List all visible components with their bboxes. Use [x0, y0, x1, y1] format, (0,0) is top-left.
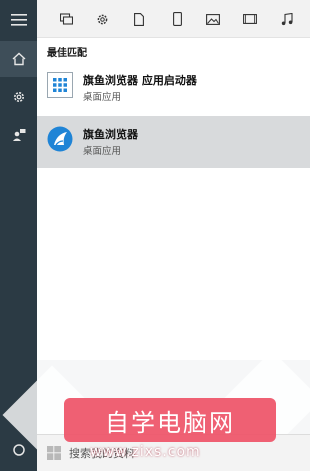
windows-icon: [47, 446, 61, 460]
sailfish-browser-icon: [47, 126, 73, 152]
watermark-logo: 自学电脑网: [64, 398, 276, 442]
result-subtitle: 桌面应用: [83, 146, 122, 157]
result-item-browser[interactable]: 旗鱼浏览器 桌面应用: [37, 116, 310, 168]
result-subtitle: 桌面应用: [83, 92, 122, 103]
gear-icon[interactable]: [0, 79, 37, 115]
result-title: 旗鱼浏览器 应用启动器: [83, 74, 197, 87]
home-icon[interactable]: [0, 41, 37, 77]
result-item-launcher[interactable]: 旗鱼浏览器 应用启动器 桌面应用: [37, 62, 310, 114]
apps-icon[interactable]: [51, 0, 81, 38]
settings-icon[interactable]: [87, 0, 117, 38]
photo-icon[interactable]: [198, 0, 228, 38]
result-title: 旗鱼浏览器: [83, 128, 138, 141]
document-icon[interactable]: [124, 0, 154, 38]
watermark-url: www.zixs.com: [90, 444, 201, 460]
feedback-icon[interactable]: [0, 117, 37, 153]
music-icon[interactable]: [272, 0, 302, 38]
launcher-app-icon: [47, 72, 73, 98]
filter-bar: [37, 0, 310, 38]
phone-icon[interactable]: [162, 0, 192, 38]
video-icon[interactable]: [235, 0, 265, 38]
best-match-heading: 最佳匹配: [47, 48, 87, 59]
menu-icon[interactable]: [0, 2, 37, 38]
